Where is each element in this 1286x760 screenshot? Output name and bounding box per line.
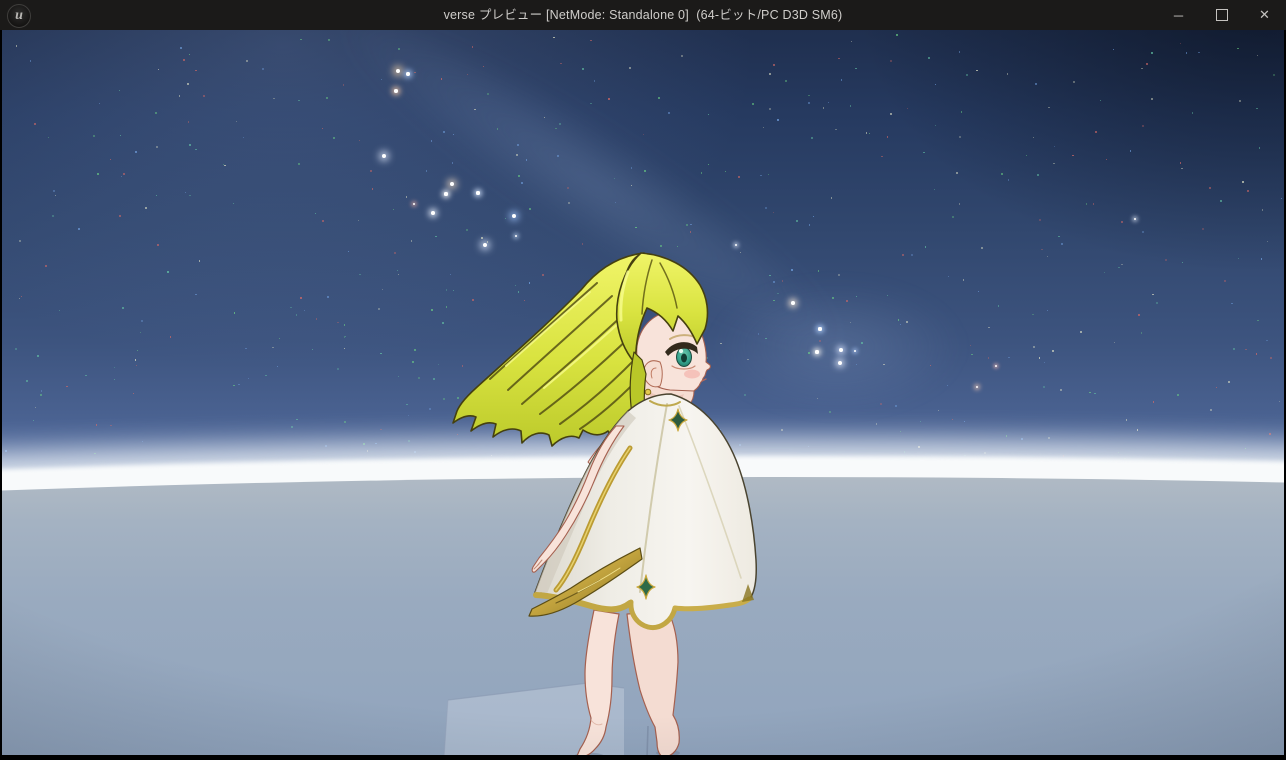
title-bar: u verse プレビュー [NetMode: Standalone 0] (6… <box>0 0 1286 30</box>
world <box>2 30 1284 755</box>
maximize-button[interactable] <box>1200 0 1243 30</box>
vignette-overlay <box>2 30 1284 755</box>
maximize-icon <box>1216 9 1228 21</box>
window-title: verse プレビュー [NetMode: Standalone 0] (64-… <box>0 0 1286 30</box>
window-controls: ─ ✕ <box>1157 0 1286 30</box>
minimize-button[interactable]: ─ <box>1157 0 1200 30</box>
close-button[interactable]: ✕ <box>1243 0 1286 30</box>
game-viewport[interactable] <box>2 30 1284 755</box>
app-window: { "window": { "title": "verse プレビュー [Net… <box>0 0 1286 760</box>
